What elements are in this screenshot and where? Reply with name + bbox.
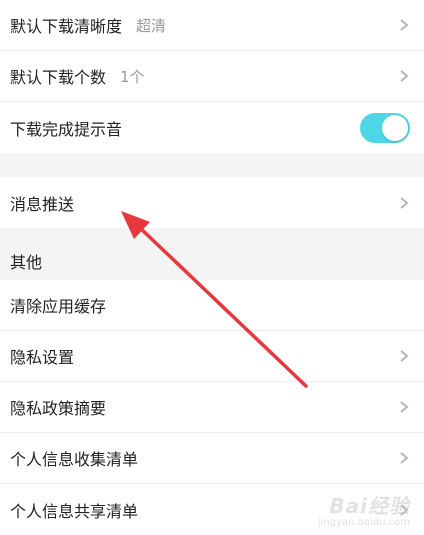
privacy-policy-summary-row[interactable]: 隐私政策摘要 — [0, 382, 424, 433]
default-download-count-label: 默认下载个数 — [10, 68, 107, 87]
download-complete-sound-toggle[interactable] — [360, 112, 410, 143]
push-group: 消息推送 — [0, 177, 424, 228]
personal-info-sharing-label: 个人信息共享清单 — [10, 501, 139, 521]
default-download-count-row[interactable]: 默认下载个数 1个 — [0, 51, 424, 102]
default-download-count-value: 1个 — [120, 67, 145, 86]
download-complete-sound-row: 下载完成提示音 — [0, 102, 424, 153]
privacy-policy-summary-label: 隐私政策摘要 — [10, 399, 107, 418]
chevron-right-icon — [400, 503, 409, 516]
message-push-row[interactable]: 消息推送 — [0, 177, 424, 228]
clear-cache-label: 清除应用缓存 — [10, 297, 107, 316]
chevron-right-icon — [400, 196, 409, 209]
chevron-right-icon — [400, 452, 409, 464]
chevron-right-icon — [400, 70, 409, 82]
toggle-knob — [382, 114, 408, 141]
message-push-label: 消息推送 — [10, 194, 75, 214]
download-complete-sound-label: 下载完成提示音 — [10, 119, 123, 139]
other-section-header: 其他 — [0, 228, 424, 280]
clear-cache-row[interactable]: 清除应用缓存 — [0, 280, 424, 331]
default-download-quality-label: 默认下载清晰度 — [10, 17, 123, 36]
chevron-right-icon — [400, 401, 409, 413]
personal-info-sharing-row[interactable]: 个人信息共享清单 — [0, 484, 424, 535]
download-settings-group: 默认下载清晰度 超清 默认下载个数 1个 下载完成提示音 — [0, 0, 424, 153]
default-download-quality-row[interactable]: 默认下载清晰度 超清 — [0, 0, 424, 51]
personal-info-collection-row[interactable]: 个人信息收集清单 — [0, 433, 424, 484]
chevron-right-icon — [400, 19, 409, 31]
personal-info-collection-label: 个人信息收集清单 — [10, 450, 139, 469]
chevron-right-icon — [400, 350, 409, 362]
default-download-quality-value: 超清 — [136, 16, 167, 35]
privacy-settings-row[interactable]: 隐私设置 — [0, 331, 424, 382]
other-group: 清除应用缓存 隐私设置 隐私政策摘要 个人信息收集清单 个人信息共享清单 — [0, 280, 424, 535]
privacy-settings-label: 隐私设置 — [10, 348, 75, 367]
section-gap — [0, 153, 424, 177]
